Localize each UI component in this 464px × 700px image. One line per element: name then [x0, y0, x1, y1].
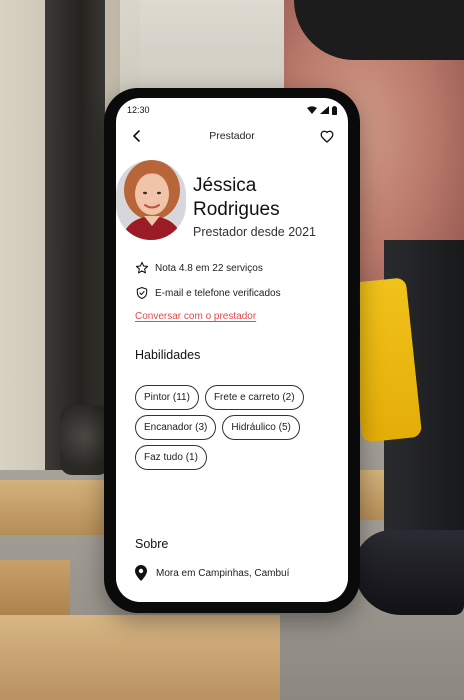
location-row: Mora em Campinhas, Cambuí — [135, 565, 289, 581]
about-title: Sobre — [135, 537, 169, 551]
shield-check-icon — [136, 286, 148, 300]
skills-list: Pintor (11) Frete e carreto (2) Encanado… — [135, 385, 338, 470]
favorite-button[interactable] — [318, 127, 336, 145]
skill-chip[interactable]: Pintor (11) — [135, 385, 199, 410]
profile-header: Jéssica Rodrigues Prestador desde 2021 — [116, 160, 348, 242]
chat-with-provider-link[interactable]: Conversar com o prestador — [135, 311, 256, 322]
signal-icon — [320, 106, 329, 114]
map-pin-icon — [135, 565, 147, 581]
heart-outline-icon — [320, 130, 334, 143]
status-time: 12:30 — [127, 105, 150, 115]
page-title: Prestador — [209, 130, 255, 142]
chevron-left-icon — [133, 130, 140, 142]
skill-chip[interactable]: Hidráulico (5) — [222, 415, 300, 440]
star-outline-icon — [135, 261, 149, 274]
wifi-icon — [307, 106, 317, 114]
skills-title: Habilidades — [135, 348, 201, 362]
top-bar: Prestador — [128, 126, 336, 146]
provider-since: Prestador desde 2021 — [193, 225, 317, 239]
info-row-verified: E-mail e telefone verificados — [135, 285, 338, 301]
avatar — [116, 160, 186, 240]
skill-chip[interactable]: Frete e carreto (2) — [204, 385, 304, 410]
verified-text: E-mail e telefone verificados — [155, 287, 281, 299]
phone-frame: 12:30 Prestador Jéssica Rodrigues Presta… — [104, 88, 360, 613]
back-button[interactable] — [128, 127, 146, 145]
app-screen: 12:30 Prestador Jéssica Rodrigues Presta… — [116, 98, 348, 602]
skill-chip[interactable]: Faz tudo (1) — [135, 445, 207, 470]
provider-name: Jéssica Rodrigues — [193, 175, 280, 220]
skill-chip[interactable]: Encanador (3) — [135, 415, 217, 440]
rating-text: Nota 4.8 em 22 serviços — [155, 262, 263, 274]
location-text: Mora em Campinhas, Cambuí — [156, 567, 290, 579]
battery-icon — [332, 105, 337, 115]
status-bar: 12:30 — [127, 103, 337, 117]
info-row-rating: Nota 4.8 em 22 serviços — [135, 260, 338, 276]
